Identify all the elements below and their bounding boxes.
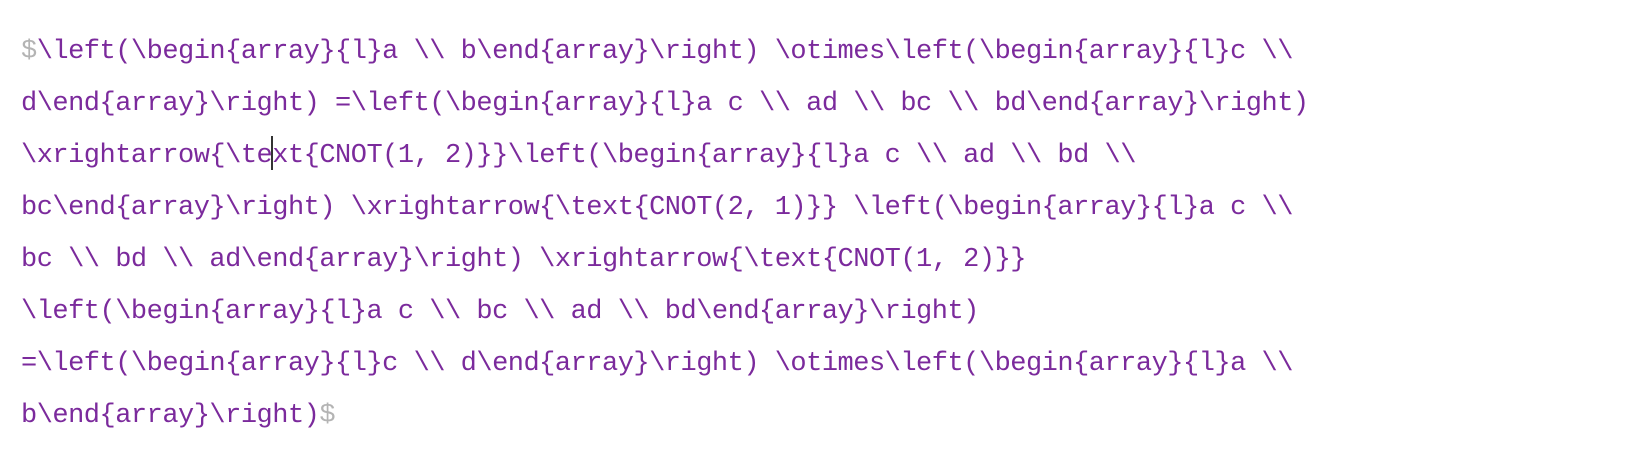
editor-line-5: bc \\ bd \\ ad\end{array}\right) \xright… [21, 234, 1636, 286]
editor-line-text-after-caret: xt{CNOT(1, 2)}}\left(\begin{array}{l}a c… [272, 141, 1136, 171]
editor-line-text: bc \\ bd \\ ad\end{array}\right) \xright… [21, 245, 1026, 275]
editor-line-6: \left(\begin{array}{l}a c \\ bc \\ ad \\… [21, 286, 1636, 338]
editor-line-2: d\end{array}\right) =\left(\begin{array}… [21, 78, 1636, 130]
editor-line-8: b\end{array}\right)$ [21, 390, 1636, 442]
latex-editor[interactable]: $\left(\begin{array}{l}a \\ b\end{array}… [0, 0, 1636, 452]
editor-line-text: b\end{array}\right) [21, 401, 320, 431]
close-math-delimiter: $ [319, 401, 336, 431]
editor-line-1: $\left(\begin{array}{l}a \\ b\end{array}… [21, 26, 1636, 78]
editor-line-7: =\left(\begin{array}{l}c \\ d\end{array}… [21, 338, 1636, 390]
editor-line-text: d\end{array}\right) =\left(\begin{array}… [21, 89, 1309, 119]
text-caret [271, 135, 274, 170]
editor-line-text: bc\end{array}\right) \xrightarrow{\text{… [21, 193, 1293, 223]
open-math-delimiter: $ [21, 37, 37, 67]
editor-line-text: \left(\begin{array}{l}a c \\ bc \\ ad \\… [21, 297, 979, 327]
editor-line-4: bc\end{array}\right) \xrightarrow{\text{… [21, 182, 1636, 234]
editor-line-3: \xrightarrow{\text{CNOT(1, 2)}}\left(\be… [21, 130, 1636, 182]
editor-line-text: =\left(\begin{array}{l}c \\ d\end{array}… [21, 349, 1293, 379]
editor-line-text-before-caret: \xrightarrow{\te [21, 141, 273, 171]
editor-line-text: \left(\begin{array}{l}a \\ b\end{array}\… [36, 37, 1294, 67]
